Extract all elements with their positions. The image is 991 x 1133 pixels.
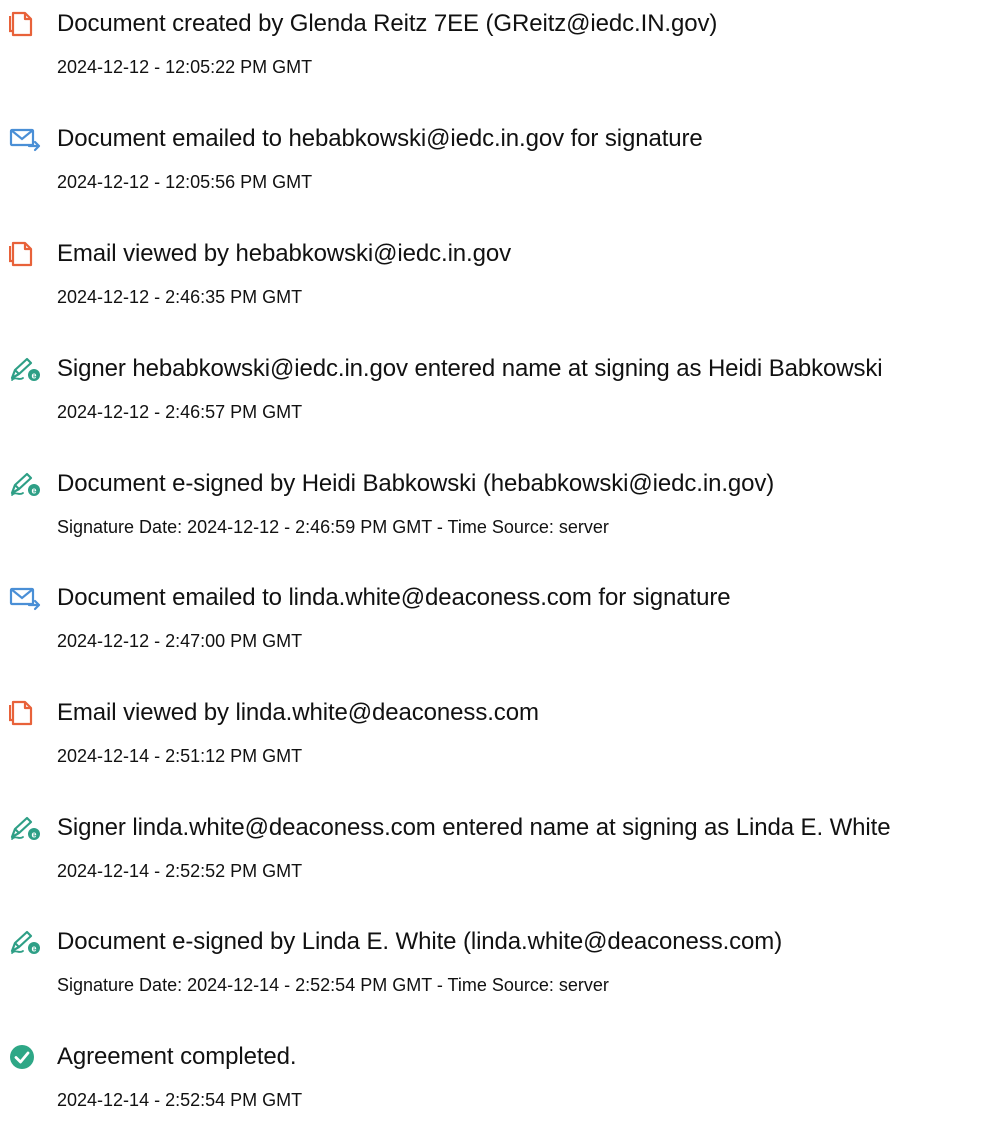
event-timestamp: Signature Date: 2024-12-12 - 2:46:59 PM … [57, 517, 609, 537]
svg-text:e: e [31, 486, 36, 496]
event-timestamp: 2024-12-12 - 12:05:56 PM GMT [57, 172, 313, 192]
svg-text:e: e [31, 371, 36, 381]
audit-event-emailed: Document emailed to linda.white@deacones… [0, 574, 991, 674]
audit-event-document-created: Document created by Glenda Reitz 7EE (GR… [0, 0, 991, 100]
audit-event-agreement-completed: Agreement completed. 2024-12-14 - 2:52:5… [0, 1033, 991, 1133]
svg-text:e: e [31, 944, 36, 954]
event-description: Email viewed by hebabkowski@iedc.in.gov [57, 240, 512, 267]
check-circle-icon [9, 1044, 39, 1070]
event-timestamp: 2024-12-12 - 2:47:00 PM GMT [57, 631, 303, 651]
event-timestamp: 2024-12-12 - 2:46:35 PM GMT [57, 287, 303, 307]
event-description: Document e-signed by Heidi Babkowski (he… [57, 470, 775, 497]
audit-event-email-viewed: Email viewed by linda.white@deaconess.co… [0, 689, 991, 789]
signature-icon: e [9, 815, 40, 841]
email-sent-icon [9, 585, 41, 611]
event-description: Document e-signed by Linda E. White (lin… [57, 928, 783, 955]
event-description: Document emailed to linda.white@deacones… [57, 584, 731, 611]
event-description: Email viewed by linda.white@deaconess.co… [57, 699, 539, 726]
audit-event-e-signed: e Document e-signed by Linda E. White (l… [0, 918, 991, 1018]
event-description: Agreement completed. [57, 1043, 297, 1070]
audit-event-emailed: Document emailed to hebabkowski@iedc.in.… [0, 115, 991, 215]
event-timestamp: 2024-12-14 - 2:52:52 PM GMT [57, 861, 303, 881]
event-description: Document created by Glenda Reitz 7EE (GR… [57, 10, 718, 37]
audit-event-e-signed: e Document e-signed by Heidi Babkowski (… [0, 460, 991, 560]
document-icon [9, 11, 39, 37]
signature-icon: e [9, 471, 40, 497]
audit-event-name-entered: e Signer linda.white@deaconess.com enter… [0, 804, 991, 904]
document-icon [9, 241, 39, 267]
event-timestamp: 2024-12-14 - 2:51:12 PM GMT [57, 746, 303, 766]
event-timestamp: 2024-12-12 - 12:05:22 PM GMT [57, 57, 313, 77]
signature-icon: e [9, 929, 40, 955]
signature-icon: e [9, 356, 40, 382]
audit-event-email-viewed: Email viewed by hebabkowski@iedc.in.gov … [0, 230, 991, 330]
event-timestamp: Signature Date: 2024-12-14 - 2:52:54 PM … [57, 975, 609, 995]
event-description: Signer hebabkowski@iedc.in.gov entered n… [57, 355, 883, 382]
svg-text:e: e [31, 830, 36, 840]
document-icon [9, 700, 39, 726]
audit-event-name-entered: e Signer hebabkowski@iedc.in.gov entered… [0, 345, 991, 445]
event-description: Document emailed to hebabkowski@iedc.in.… [57, 125, 703, 152]
event-timestamp: 2024-12-12 - 2:46:57 PM GMT [57, 402, 303, 422]
email-sent-icon [9, 126, 41, 152]
event-description: Signer linda.white@deaconess.com entered… [57, 814, 891, 841]
event-timestamp: 2024-12-14 - 2:52:54 PM GMT [57, 1090, 303, 1110]
audit-trail: Document created by Glenda Reitz 7EE (GR… [0, 0, 991, 1110]
